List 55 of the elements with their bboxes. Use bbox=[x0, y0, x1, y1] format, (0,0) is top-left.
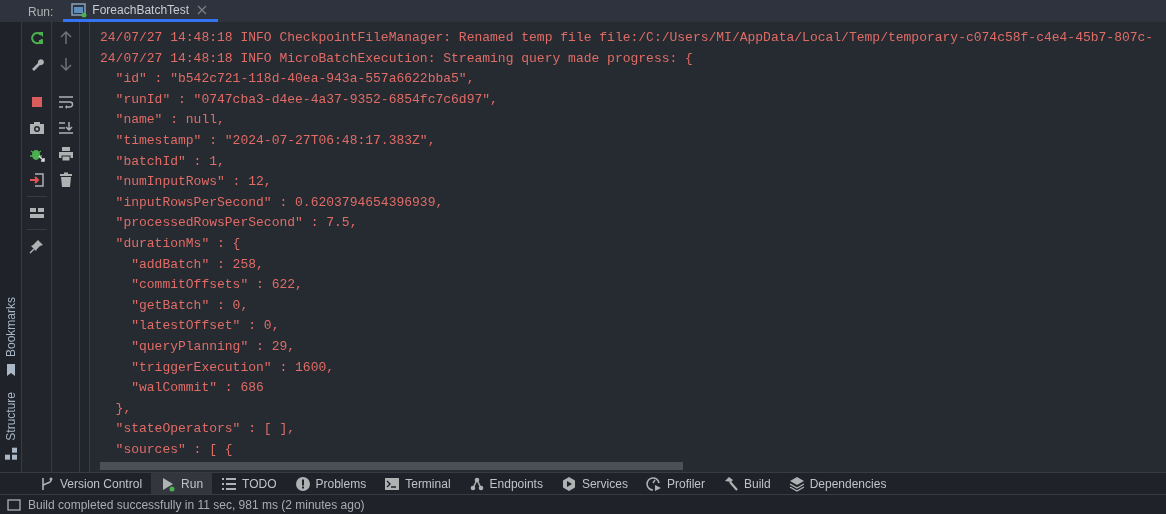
tool-window-tab[interactable]: Endpoints bbox=[459, 473, 552, 494]
rerun-icon[interactable] bbox=[28, 30, 45, 46]
pin-icon[interactable] bbox=[28, 238, 45, 254]
console-line: "latestOffset" : 0, bbox=[130, 317, 281, 336]
console-line: "commitOffsets" : 622, bbox=[130, 276, 304, 295]
list-icon bbox=[221, 475, 238, 492]
play-icon bbox=[160, 475, 177, 492]
layers-icon bbox=[788, 475, 805, 492]
printer-icon[interactable] bbox=[57, 146, 74, 162]
console-line: "batchId" : 1, bbox=[114, 152, 226, 171]
tool-window-tab[interactable]: Dependencies bbox=[779, 473, 896, 494]
gauge-play-icon bbox=[645, 475, 662, 492]
console-line: "triggerExecution" : 1600, bbox=[130, 358, 336, 377]
status-message: Build completed successfully in 11 sec, 981 ms (2 minutes ago) bbox=[28, 496, 365, 514]
branch-icon bbox=[39, 475, 55, 492]
camera-icon[interactable] bbox=[28, 120, 45, 136]
trash-icon[interactable] bbox=[57, 172, 74, 188]
console-line: "durationMs" : { bbox=[114, 234, 242, 253]
console-line: "stateOperators" : [ ], bbox=[114, 420, 297, 439]
soft-wrap-icon[interactable] bbox=[57, 94, 74, 110]
exit-icon[interactable] bbox=[28, 172, 45, 188]
console-line: "runId" : "0747cba3-d4ee-4a37-9352-6854fc7c6d97", bbox=[114, 90, 499, 109]
console-line: "numInputRows" : 12, bbox=[114, 173, 273, 192]
scroll-end-icon[interactable] bbox=[57, 120, 74, 136]
nodes-icon bbox=[468, 475, 485, 492]
console-line: }, bbox=[114, 399, 133, 418]
scrollbar-thumb[interactable] bbox=[100, 462, 683, 471]
console-line: "timestamp" : "2024-07-27T06:48:17.383Z", bbox=[114, 131, 437, 150]
console-line: 24/07/27 14:48:18 INFO CheckpointFileManager: Renamed temp file file:/C:/Users/MI/AppData/Local/Temp/temporary-c074c58f-c4e4-45b7-807c- bbox=[100, 29, 1155, 47]
layout-icon[interactable] bbox=[28, 205, 45, 221]
window-icon[interactable] bbox=[6, 496, 22, 513]
console-line: "inputRowsPerSecond" : 0.6203794654396939, bbox=[114, 193, 445, 212]
tool-window-tab[interactable]: Terminal bbox=[375, 473, 460, 494]
tool-window-tab[interactable]: Problems bbox=[285, 473, 376, 494]
console-line: "walCommit" : 686 bbox=[130, 379, 265, 398]
tool-window-tab[interactable]: Version Control bbox=[30, 473, 152, 494]
console-line: "getBatch" : 0, bbox=[130, 296, 250, 315]
console-line: "name" : null, bbox=[114, 111, 226, 130]
console-line: "sources" : [ { bbox=[114, 440, 234, 459]
console-line: "addBatch" : 258, bbox=[130, 255, 265, 274]
tool-window-tab[interactable]: Services bbox=[551, 473, 637, 494]
console-line: 24/07/27 14:48:18 INFO MicroBatchExecution: Streaming query made progress: { bbox=[100, 49, 694, 68]
down-arrow-icon[interactable] bbox=[57, 56, 74, 72]
squares-icon bbox=[2, 446, 19, 462]
console-line: "queryPlanning" : 29, bbox=[130, 337, 297, 356]
console-line: "id" : "b542c721-118d-40ea-943a-557a6622bba5", bbox=[114, 70, 476, 89]
side-tool-tab[interactable]: Structure bbox=[1, 392, 20, 462]
console-line: "processedRowsPerSecond" : 7.5, bbox=[114, 214, 359, 233]
tool-window-tab[interactable]: Profiler bbox=[636, 473, 714, 494]
run-label: Run: bbox=[27, 4, 55, 21]
window-icon bbox=[71, 1, 88, 18]
tool-window-tab[interactable]: Build bbox=[713, 473, 780, 494]
side-tool-tab[interactable]: Bookmarks bbox=[1, 297, 20, 379]
tool-window-tab[interactable]: Run bbox=[151, 473, 213, 494]
tool-window-tab[interactable]: TODO bbox=[212, 473, 286, 494]
